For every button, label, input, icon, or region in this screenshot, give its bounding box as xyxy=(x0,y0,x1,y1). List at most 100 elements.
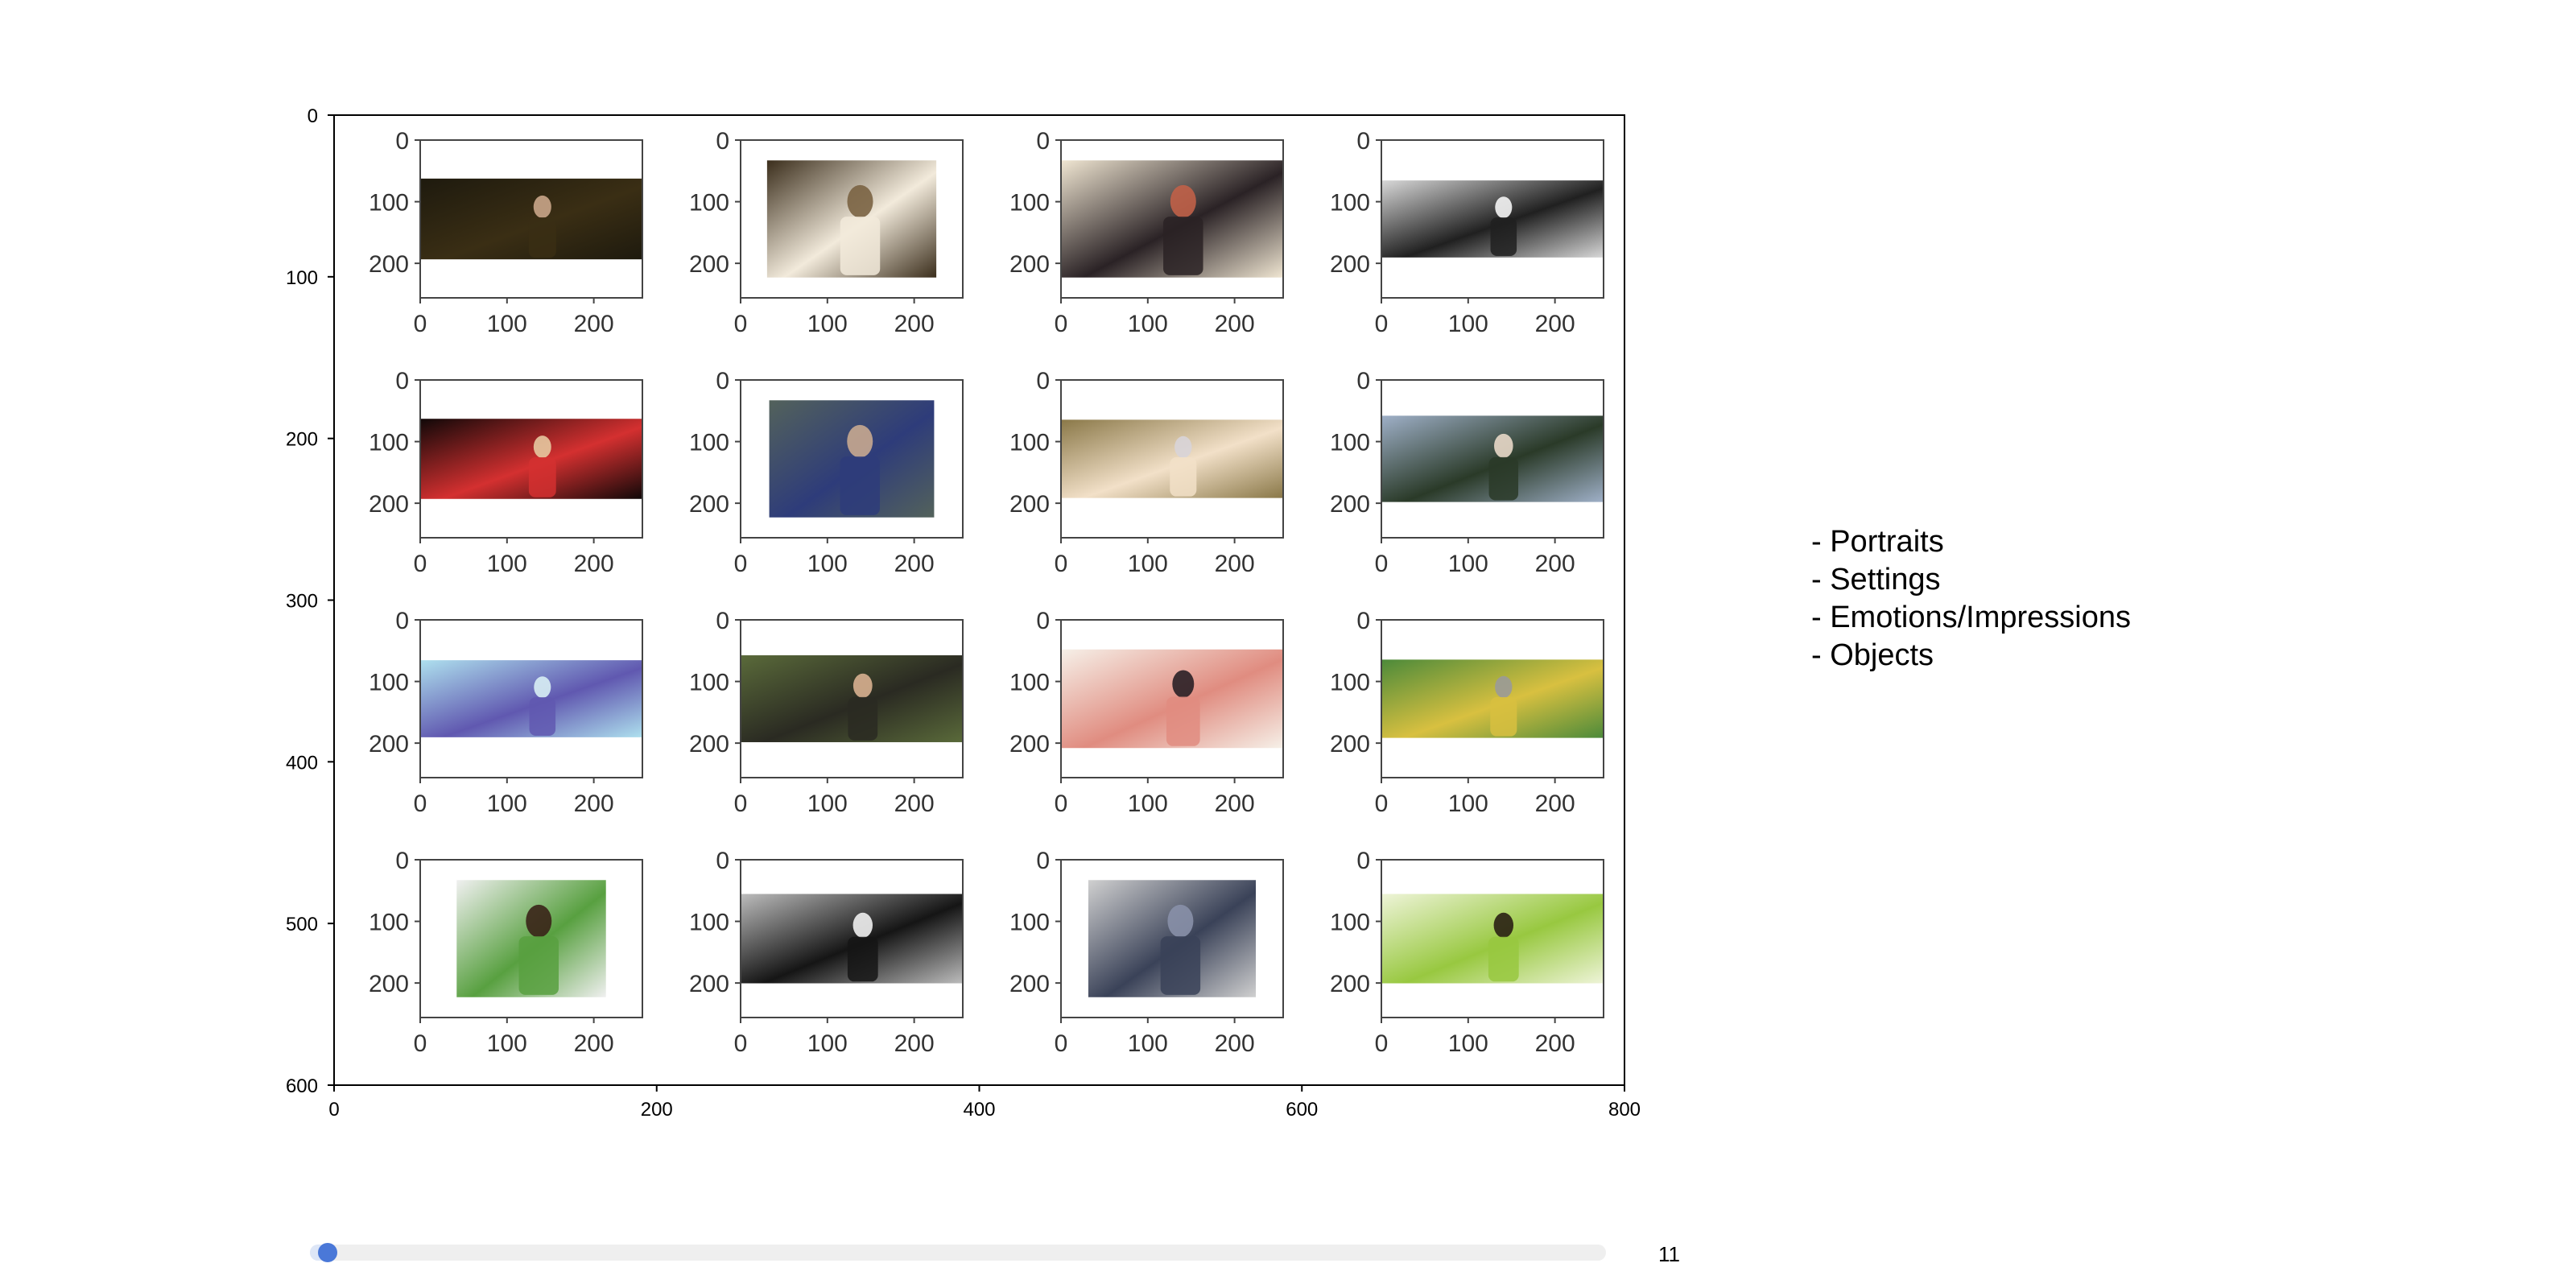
subplot: 0 100 200 0 100 200 xyxy=(689,848,964,1057)
subplot-x-tick-label: 100 xyxy=(1448,551,1488,577)
photo-subject-head xyxy=(1493,912,1514,938)
subplot-x-tick-label: 100 xyxy=(487,311,527,337)
subplot-y-tick-label: 200 xyxy=(1330,251,1370,278)
subplot-y-tick-label: 200 xyxy=(689,971,729,997)
photo-subject-body xyxy=(518,936,559,995)
outer-x-tick-label: 800 xyxy=(1608,1099,1641,1121)
subplot-y-tick-label: 0 xyxy=(1036,368,1050,394)
subplot-x-tick-label: 200 xyxy=(1215,551,1255,577)
photo-subject-body xyxy=(1490,697,1517,737)
subplot: 0 100 200 0 100 200 xyxy=(1330,608,1604,817)
subplot: 0 100 200 0 100 200 xyxy=(1330,368,1604,577)
subplot-y-tick-label: 0 xyxy=(395,128,409,155)
subplot-y-tick-label: 0 xyxy=(1356,608,1370,634)
subplot-x-tick-label: 200 xyxy=(1215,791,1255,817)
subplot-y-tick-label: 200 xyxy=(369,731,409,758)
legend-item-objects: - Objects xyxy=(1811,638,1934,672)
subplot-x-tick-label: 100 xyxy=(487,551,527,577)
subplot-y-tick-label: 0 xyxy=(1036,848,1050,874)
subplot-x-tick-label: 0 xyxy=(734,791,748,817)
subplot-y-tick-label: 200 xyxy=(1009,971,1050,997)
subplot-y-tick-label: 100 xyxy=(369,910,409,936)
outer-y-tick-label: 600 xyxy=(286,1075,318,1097)
photo-subject-head xyxy=(1174,436,1192,459)
photo-subject-body xyxy=(848,696,878,741)
subplot-x-tick-label: 200 xyxy=(574,1030,614,1057)
subplot-y-tick-label: 200 xyxy=(1330,971,1370,997)
subplot: 0 100 200 0 100 200 xyxy=(369,128,643,337)
subplot-y-tick-label: 100 xyxy=(369,670,409,696)
subplot-x-tick-label: 200 xyxy=(894,1030,935,1057)
subplot-y-tick-label: 200 xyxy=(689,731,729,758)
slider-track[interactable] xyxy=(310,1245,1606,1261)
subplot-x-tick-label: 100 xyxy=(1128,551,1168,577)
subplot: 0 100 200 0 100 200 xyxy=(689,608,964,817)
subplot-y-tick-label: 0 xyxy=(395,848,409,874)
subplot-y-tick-label: 200 xyxy=(689,491,729,518)
subplot-x-tick-label: 100 xyxy=(1128,791,1168,817)
subplot-x-tick-label: 0 xyxy=(414,551,427,577)
subplot-x-tick-label: 0 xyxy=(1375,791,1389,817)
legend-item-portraits: - Portraits xyxy=(1811,525,1944,559)
outer-y-tick-label: 400 xyxy=(286,752,318,774)
subplot-y-tick-label: 0 xyxy=(395,608,409,634)
subplot-x-tick-label: 0 xyxy=(414,791,427,817)
photo-subject-body xyxy=(528,217,556,258)
subplot-x-tick-label: 0 xyxy=(1375,311,1389,337)
subplot-x-tick-label: 0 xyxy=(414,1030,427,1057)
subplot: 0 100 200 0 100 200 xyxy=(369,368,643,577)
outer-x-tick-label: 200 xyxy=(641,1099,673,1121)
subplot-y-tick-label: 200 xyxy=(1330,731,1370,758)
photo-subject-head xyxy=(533,195,551,218)
photo-subject-head xyxy=(847,424,873,458)
outer-y-tick-label: 100 xyxy=(286,267,318,289)
outer-y-tick-label: 500 xyxy=(286,914,318,935)
outer-y-tick-label: 200 xyxy=(286,429,318,451)
subplot-y-tick-label: 0 xyxy=(1356,128,1370,155)
page-slider[interactable] xyxy=(310,1243,1606,1262)
subplot: 0 100 200 0 100 200 xyxy=(1330,128,1604,337)
photo-subject-head xyxy=(534,676,551,699)
subplot: 0 100 200 0 100 200 xyxy=(1009,128,1284,337)
subplot-x-tick-label: 200 xyxy=(1535,551,1575,577)
subplot: 0 100 200 0 100 200 xyxy=(369,608,643,817)
subplot-x-tick-label: 100 xyxy=(1448,1030,1488,1057)
photo-subject-head xyxy=(1170,184,1196,218)
subplot-x-tick-label: 100 xyxy=(487,1030,527,1057)
subplot-y-tick-label: 100 xyxy=(689,430,729,456)
outer-y-tick-label: 0 xyxy=(308,105,318,127)
photo-subject-head xyxy=(847,184,873,218)
subplot-x-tick-label: 0 xyxy=(1375,1030,1389,1057)
photo-subject-body xyxy=(529,697,556,736)
subplot-x-tick-label: 100 xyxy=(487,791,527,817)
subplot-y-tick-label: 100 xyxy=(689,190,729,217)
photo-subject-body xyxy=(1166,696,1200,746)
subplot-y-tick-label: 200 xyxy=(1330,491,1370,518)
subplot-y-tick-label: 100 xyxy=(369,430,409,456)
subplot-y-tick-label: 0 xyxy=(716,368,729,394)
subplot: 0 100 200 0 100 200 xyxy=(369,848,643,1057)
subplot-x-tick-label: 200 xyxy=(1535,791,1575,817)
subplot-x-tick-label: 0 xyxy=(734,311,748,337)
subplot-y-tick-label: 0 xyxy=(1356,368,1370,394)
photo-subject-head xyxy=(852,673,873,698)
subplot-y-tick-label: 200 xyxy=(689,251,729,278)
subplot-y-tick-label: 100 xyxy=(689,670,729,696)
photo-subject-head xyxy=(1167,904,1194,938)
subplot-y-tick-label: 100 xyxy=(1009,190,1050,217)
subplot-x-tick-label: 0 xyxy=(1055,791,1068,817)
subplot-x-tick-label: 0 xyxy=(1055,1030,1068,1057)
photo-subject-head xyxy=(1172,670,1195,698)
slider-value: 11 xyxy=(1658,1242,1680,1266)
subplot-x-tick-label: 200 xyxy=(1215,1030,1255,1057)
category-legend: - Portraits - Settings - Emotions/Impres… xyxy=(1811,523,2375,675)
subplot-x-tick-label: 200 xyxy=(1215,311,1255,337)
subplot: 0 100 200 0 100 200 xyxy=(1330,848,1604,1057)
subplot-y-tick-label: 0 xyxy=(1036,128,1050,155)
subplot: 0 100 200 0 100 200 xyxy=(1009,608,1284,817)
subplot-x-tick-label: 100 xyxy=(807,791,848,817)
subplot-y-tick-label: 0 xyxy=(716,608,729,634)
photo-subject-body xyxy=(1488,936,1519,982)
subplot: 0 100 200 0 100 200 xyxy=(1009,848,1284,1057)
subplot-y-tick-label: 100 xyxy=(1009,430,1050,456)
